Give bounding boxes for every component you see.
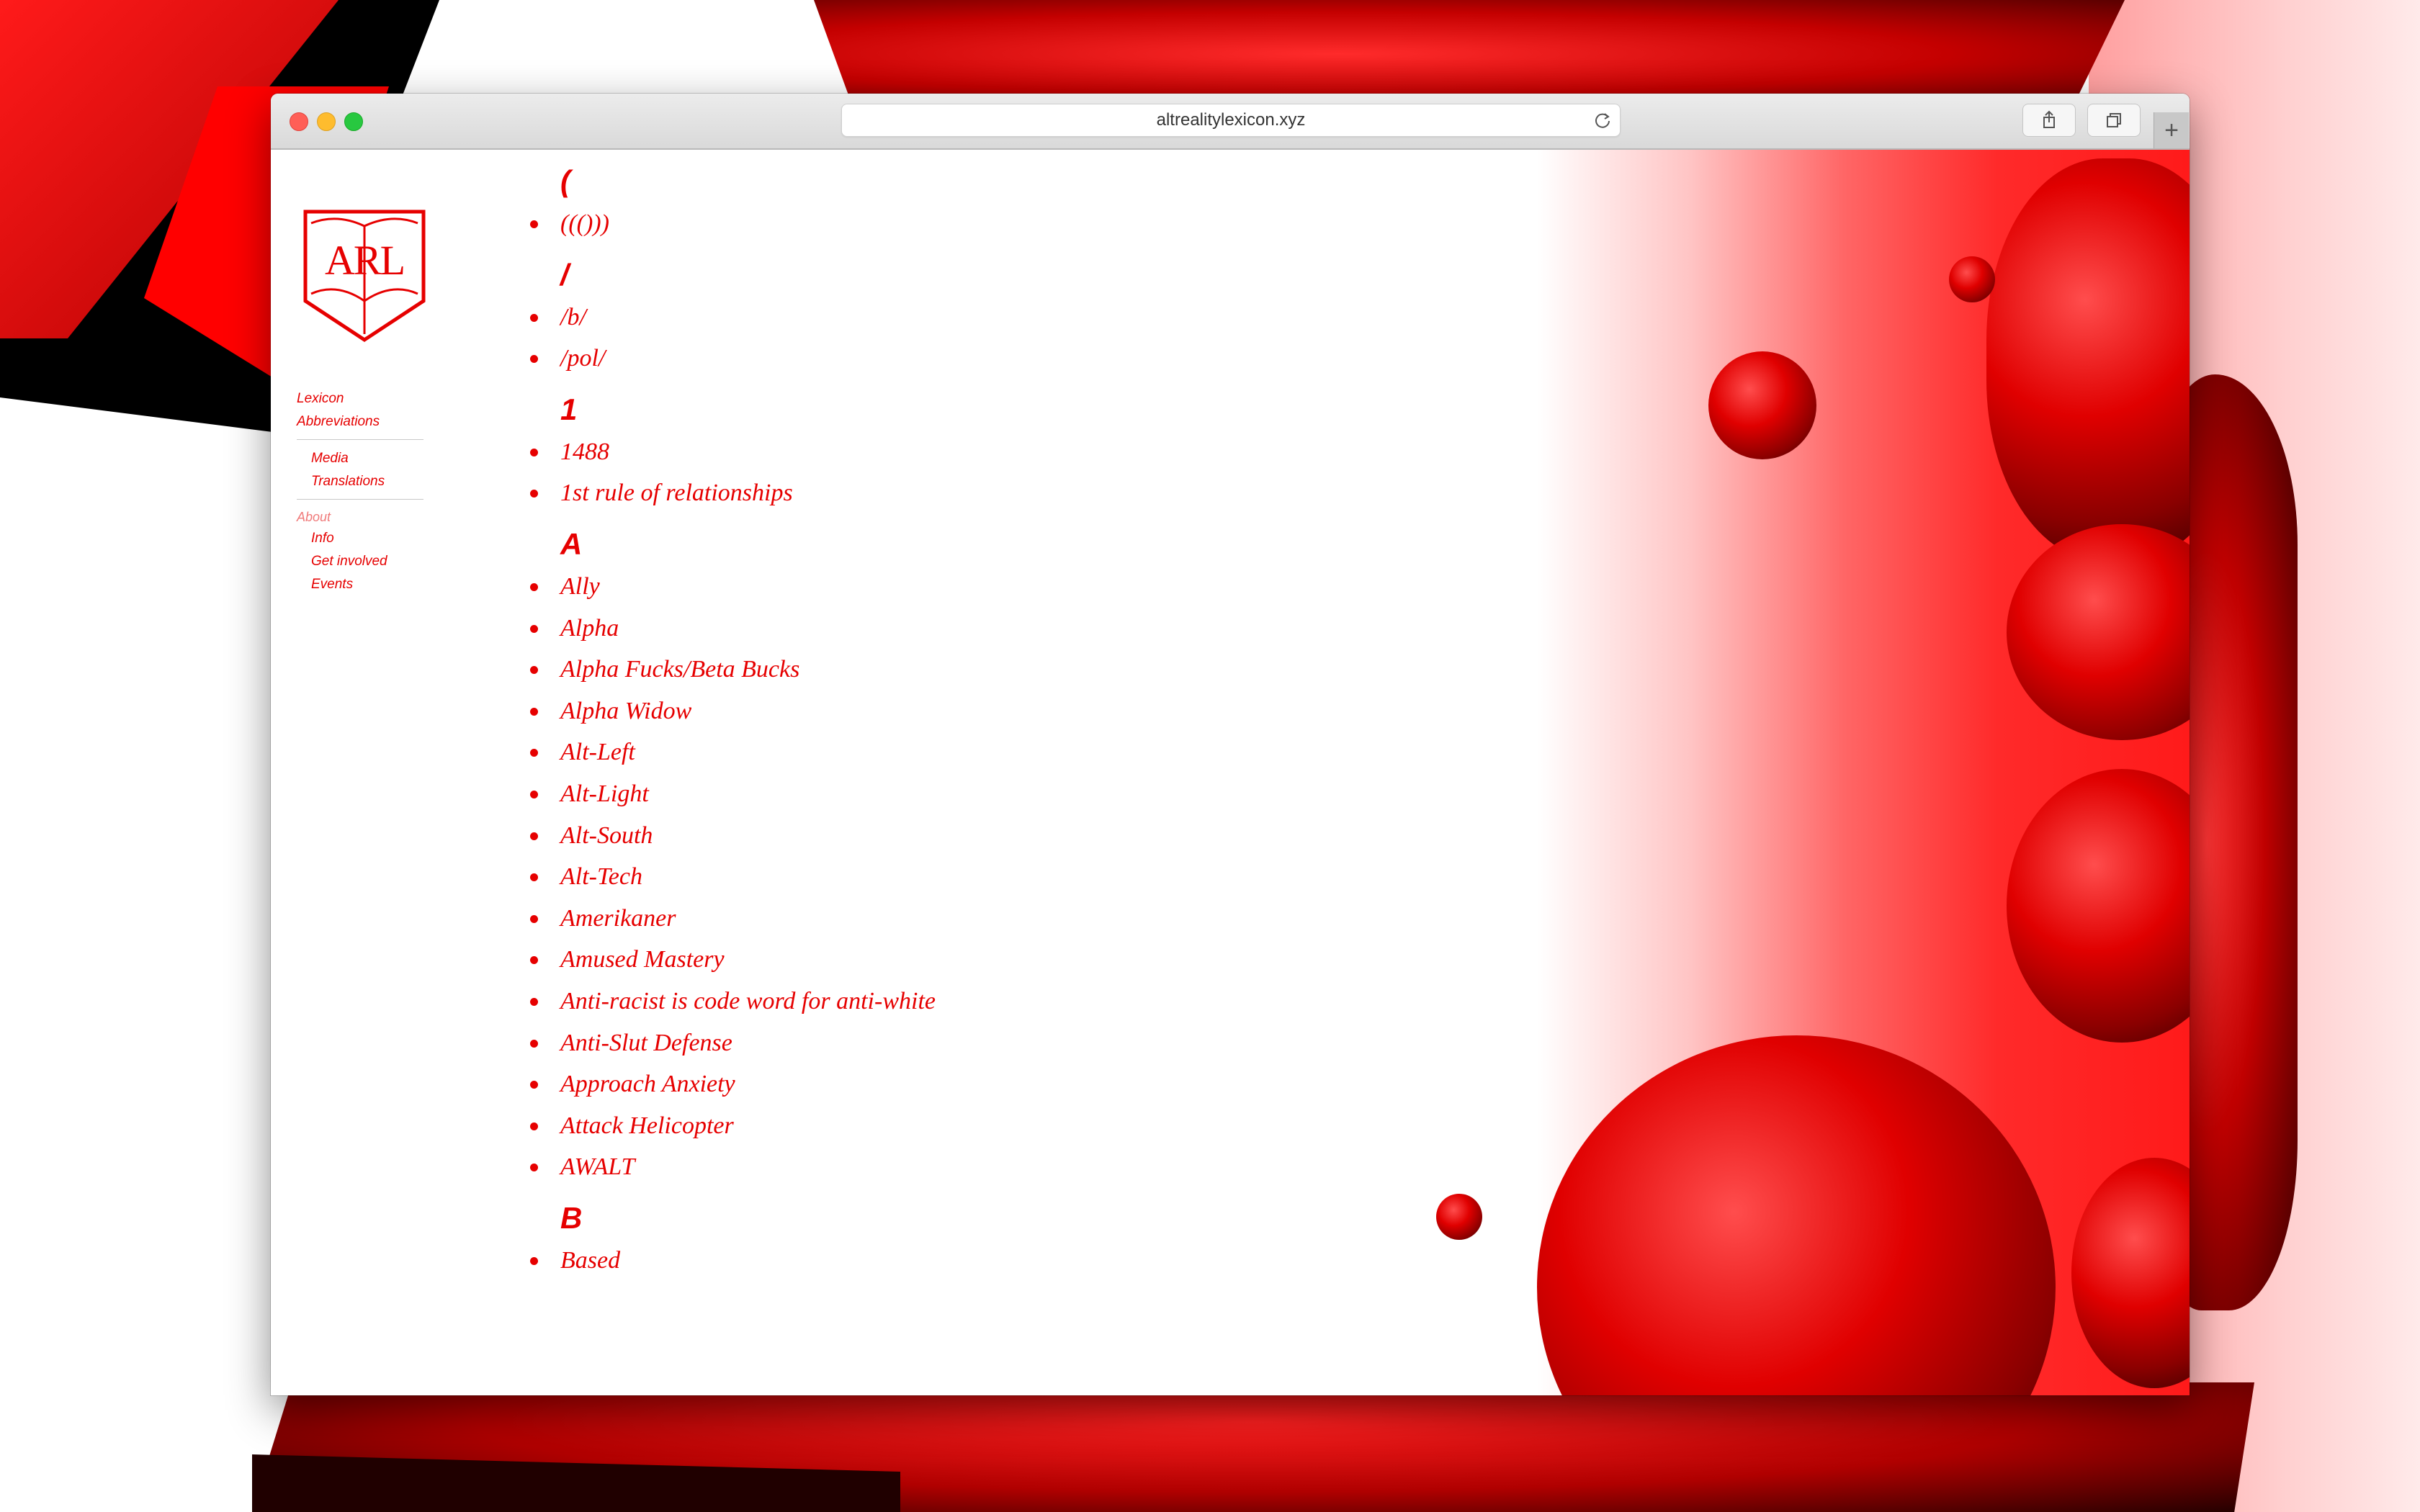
- decorative-sphere: [1708, 351, 1816, 459]
- bullet-icon: [530, 873, 538, 882]
- lexicon-entry[interactable]: Alpha Widow: [530, 690, 1394, 732]
- maximize-window-button[interactable]: [344, 112, 363, 131]
- bullet-icon: [530, 790, 538, 798]
- bullet-icon: [530, 1122, 538, 1130]
- plus-icon: +: [2164, 117, 2179, 144]
- address-bar[interactable]: altrealitylexicon.xyz: [841, 104, 1621, 137]
- nav-divider: [297, 439, 424, 440]
- entry-list: /b/ /pol/: [530, 297, 1394, 379]
- sidebar-nav: Lexicon Abbreviations Media Translations…: [297, 387, 426, 596]
- entry-list: Ally Alpha Alpha Fucks/Beta Bucks Alpha …: [530, 566, 1394, 1188]
- section-heading: 1: [560, 392, 578, 426]
- browser-toolbar: altrealitylexicon.xyz +: [271, 94, 2190, 150]
- bullet-icon: [530, 313, 538, 322]
- decorative-sphere: [2071, 1158, 2190, 1388]
- decorative-sphere: [1986, 158, 2190, 562]
- bullet-icon: [530, 1256, 538, 1265]
- lexicon-entry[interactable]: Amused Mastery: [530, 939, 1394, 981]
- nav-divider: [297, 499, 424, 500]
- nav-item-lexicon[interactable]: Lexicon: [297, 387, 426, 410]
- backdrop-top-blob: [814, 0, 2125, 108]
- lexicon-entry[interactable]: /pol/: [530, 338, 1394, 379]
- lexicon-entry[interactable]: Alt-Tech: [530, 856, 1394, 898]
- minimize-window-button[interactable]: [317, 112, 336, 131]
- lexicon-entry[interactable]: Anti-Slut Defense: [530, 1022, 1394, 1064]
- reload-icon[interactable]: [1592, 110, 1613, 130]
- nav-heading-about: About: [297, 510, 331, 524]
- lexicon-entry[interactable]: /b/: [530, 297, 1394, 338]
- bullet-icon: [530, 707, 538, 716]
- nav-item-media[interactable]: Media: [297, 447, 426, 470]
- url-text: altrealitylexicon.xyz: [1156, 110, 1306, 130]
- entry-list: ((())): [530, 203, 1394, 245]
- entry-list: Based: [530, 1240, 1394, 1282]
- bullet-icon: [530, 1081, 538, 1089]
- lexicon-entry[interactable]: Alpha: [530, 608, 1394, 649]
- lexicon-list: ( ((())) / /b/ /pol/ 1 1488 1st rule of …: [530, 150, 1394, 1281]
- nav-about: Info Get involved Events: [297, 527, 426, 596]
- lexicon-entry[interactable]: Ally: [530, 566, 1394, 608]
- bullet-icon: [530, 749, 538, 757]
- lexicon-entry[interactable]: 1st rule of relationships: [530, 472, 1394, 514]
- lexicon-entry[interactable]: Alt-Left: [530, 732, 1394, 773]
- bullet-icon: [530, 490, 538, 498]
- tabs-icon: [2107, 113, 2121, 127]
- section-heading: /: [560, 257, 569, 292]
- section-heading: B: [560, 1200, 583, 1235]
- close-window-button[interactable]: [290, 112, 308, 131]
- page-content: ARL Lexicon Abbreviations Media Translat…: [271, 150, 2190, 1395]
- browser-window: altrealitylexicon.xyz + ARL Lexicon Abbr…: [271, 94, 2190, 1395]
- bullet-icon: [530, 355, 538, 364]
- bullet-icon: [530, 666, 538, 675]
- bullet-icon: [530, 1164, 538, 1172]
- logo-text: ARL: [325, 237, 405, 284]
- lexicon-entry[interactable]: Alt-South: [530, 815, 1394, 857]
- nav-item-abbreviations[interactable]: Abbreviations: [297, 410, 426, 433]
- decorative-sphere: [2007, 769, 2190, 1043]
- lexicon-entry[interactable]: ((())): [530, 203, 1394, 245]
- bullet-icon: [530, 448, 538, 456]
- lexicon-entry[interactable]: Based: [530, 1240, 1394, 1282]
- lexicon-entry[interactable]: Alt-Light: [530, 773, 1394, 815]
- lexicon-entry[interactable]: Attack Helicopter: [530, 1105, 1394, 1147]
- nav-item-events[interactable]: Events: [297, 573, 426, 596]
- entry-list: 1488 1st rule of relationships: [530, 431, 1394, 514]
- nav-item-translations[interactable]: Translations: [297, 470, 426, 493]
- decorative-sphere: [1537, 1035, 2056, 1395]
- decorative-sphere: [2007, 524, 2190, 740]
- nav-item-info[interactable]: Info: [297, 527, 426, 550]
- bullet-icon: [530, 914, 538, 923]
- decorative-sphere: [1436, 1194, 1482, 1240]
- section-heading: A: [560, 526, 583, 561]
- share-icon: [2043, 110, 2055, 128]
- lexicon-entry[interactable]: 1488: [530, 431, 1394, 473]
- bullet-icon: [530, 997, 538, 1006]
- bullet-icon: [530, 1039, 538, 1048]
- site-logo[interactable]: ARL: [301, 207, 428, 344]
- share-button[interactable]: [2022, 104, 2076, 137]
- lexicon-entry[interactable]: Amerikaner: [530, 898, 1394, 940]
- lexicon-entry[interactable]: AWALT: [530, 1146, 1394, 1188]
- section-heading: (: [560, 164, 570, 198]
- bullet-icon: [530, 220, 538, 228]
- decorative-sphere: [1949, 256, 1995, 302]
- lexicon-entry[interactable]: Approach Anxiety: [530, 1063, 1394, 1105]
- nav-item-get-involved[interactable]: Get involved: [297, 550, 426, 573]
- bullet-icon: [530, 624, 538, 633]
- bullet-icon: [530, 956, 538, 965]
- bullet-icon: [530, 582, 538, 591]
- lexicon-entry[interactable]: Anti-racist is code word for anti-white: [530, 981, 1394, 1022]
- new-tab-button[interactable]: +: [2154, 112, 2189, 148]
- tab-overview-button[interactable]: [2087, 104, 2141, 137]
- bullet-icon: [530, 832, 538, 840]
- nav-secondary: Media Translations: [297, 447, 426, 493]
- nav-primary: Lexicon Abbreviations: [297, 387, 426, 433]
- lexicon-entry[interactable]: Alpha Fucks/Beta Bucks: [530, 649, 1394, 690]
